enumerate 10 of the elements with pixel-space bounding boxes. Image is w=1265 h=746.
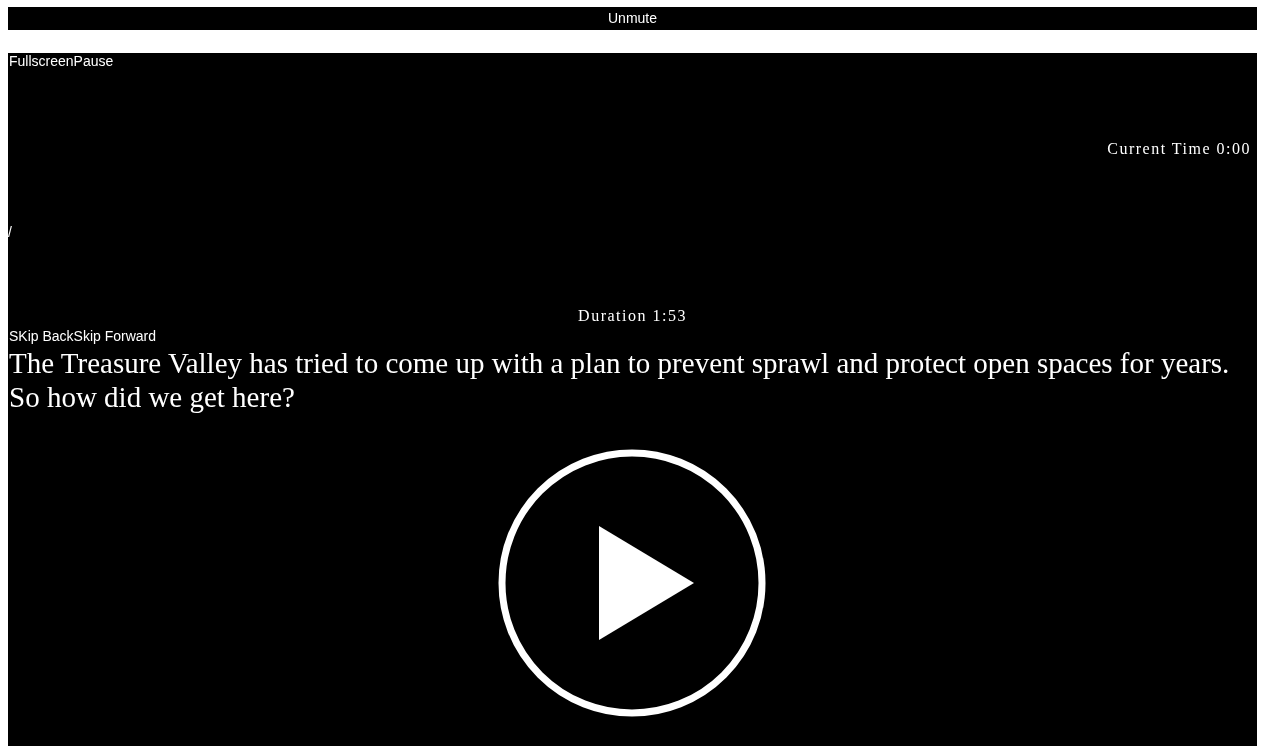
current-time: Current Time 0:00: [1107, 140, 1251, 158]
pause-button[interactable]: Pause: [73, 53, 114, 69]
video-caption: The Treasure Valley has tried to come up with a plan to prevent sprawl and protect open spaces for years. So how did we get here?: [8, 346, 1231, 414]
skip-forward-button[interactable]: Skip Forward: [73, 328, 157, 344]
unmute-button[interactable]: Unmute: [8, 7, 1257, 30]
fullscreen-button[interactable]: Fullscreen: [9, 53, 74, 69]
duration: Duration 1:53: [578, 307, 687, 325]
time-separator: /: [8, 224, 12, 240]
play-icon[interactable]: [498, 449, 766, 717]
skip-back-button[interactable]: SKip Back: [9, 328, 74, 344]
